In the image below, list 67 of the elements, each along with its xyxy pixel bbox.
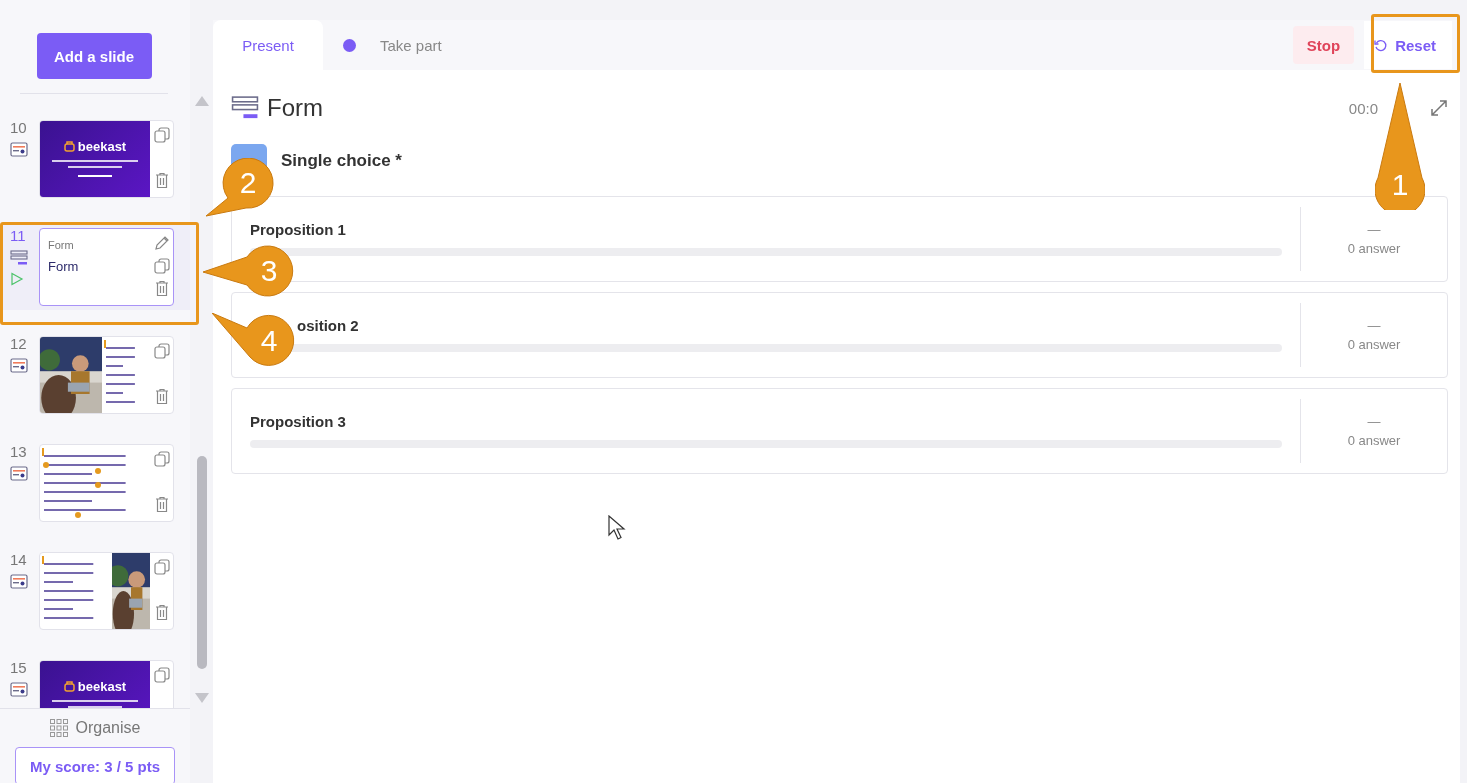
score-button[interactable]: My score: 3 / 5 pts: [15, 747, 175, 783]
copy-icon[interactable]: [153, 451, 170, 467]
expand-icon[interactable]: [1430, 99, 1448, 117]
stop-button[interactable]: Stop: [1292, 26, 1355, 64]
question-title: Single choice *: [281, 151, 402, 171]
trash-icon[interactable]: [154, 172, 169, 189]
slide-icon: [10, 142, 28, 158]
proposition-label: osition 2: [296, 317, 360, 334]
callout-marker: 3: [203, 245, 295, 297]
selected-slide-row[interactable]: 11 Form Form: [0, 224, 190, 310]
scrollbar-thumb[interactable]: [196, 456, 207, 669]
reset-button[interactable]: Reset: [1364, 21, 1452, 69]
copy-icon[interactable]: [153, 343, 170, 359]
brand-logo: beekast: [63, 139, 127, 154]
form-icon: [231, 95, 259, 121]
slide-thumbnail[interactable]: beekast: [40, 121, 150, 197]
slide-number: 10: [10, 120, 27, 136]
add-slide-button[interactable]: Add a slide: [36, 33, 152, 79]
slide-card[interactable]: beekast: [39, 120, 174, 198]
slide-number: 14: [10, 552, 27, 568]
trash-icon[interactable]: [154, 604, 169, 621]
trash-icon[interactable]: [154, 388, 169, 405]
slide-number: 13: [10, 444, 27, 460]
callout-marker: 4: [212, 313, 295, 368]
slide-card[interactable]: [39, 336, 174, 414]
result-value: —: [1367, 414, 1381, 429]
reset-icon: [1374, 38, 1388, 52]
result-value: —: [1367, 318, 1381, 333]
copy-icon[interactable]: [153, 257, 170, 274]
trash-icon[interactable]: [154, 280, 169, 297]
answer-count: 0 answer: [1347, 337, 1401, 352]
slide-icon: [10, 466, 28, 482]
copy-icon[interactable]: [153, 127, 170, 143]
proposition-label: Proposition 1: [250, 221, 347, 238]
slide-card[interactable]: beekast: [39, 660, 174, 708]
tab[interactable]: Take part: [323, 20, 462, 70]
grid-icon[interactable]: [49, 719, 68, 737]
form-icon: [10, 250, 28, 266]
callout-marker: 2: [206, 158, 274, 218]
proposition-label: Proposition 3: [250, 413, 347, 430]
slide-type-label: Form: [48, 239, 75, 251]
slide-card[interactable]: Form Form: [39, 228, 174, 306]
play-icon[interactable]: [10, 272, 24, 286]
organise-link[interactable]: Organise: [75, 719, 141, 737]
pencil-icon[interactable]: [153, 235, 170, 251]
slide-number: 15: [10, 660, 27, 676]
scroll-down-icon[interactable]: [194, 693, 209, 703]
slide-number: 11: [10, 228, 26, 244]
copy-icon[interactable]: [153, 667, 170, 683]
slide-icon: [10, 358, 28, 374]
copy-icon[interactable]: [153, 559, 170, 575]
tab[interactable]: Present: [213, 20, 323, 70]
slide-card[interactable]: [39, 552, 174, 630]
answer-count: 0 answer: [1347, 433, 1401, 448]
brand-logo: beekast: [63, 679, 127, 694]
slide-thumbnail[interactable]: beekast: [40, 661, 150, 708]
slide-icon: [10, 682, 28, 698]
activity-title: Form: [267, 94, 324, 122]
trash-icon[interactable]: [154, 496, 169, 513]
scroll-up-icon[interactable]: [194, 96, 209, 106]
result-value: —: [1367, 222, 1381, 237]
slide-icon: [10, 574, 28, 590]
slide-card[interactable]: [39, 444, 174, 522]
answer-count: 0 answer: [1347, 241, 1401, 256]
slide-title: Form: [48, 259, 80, 274]
cursor-icon: [608, 515, 626, 541]
slide-number: 12: [10, 336, 27, 352]
